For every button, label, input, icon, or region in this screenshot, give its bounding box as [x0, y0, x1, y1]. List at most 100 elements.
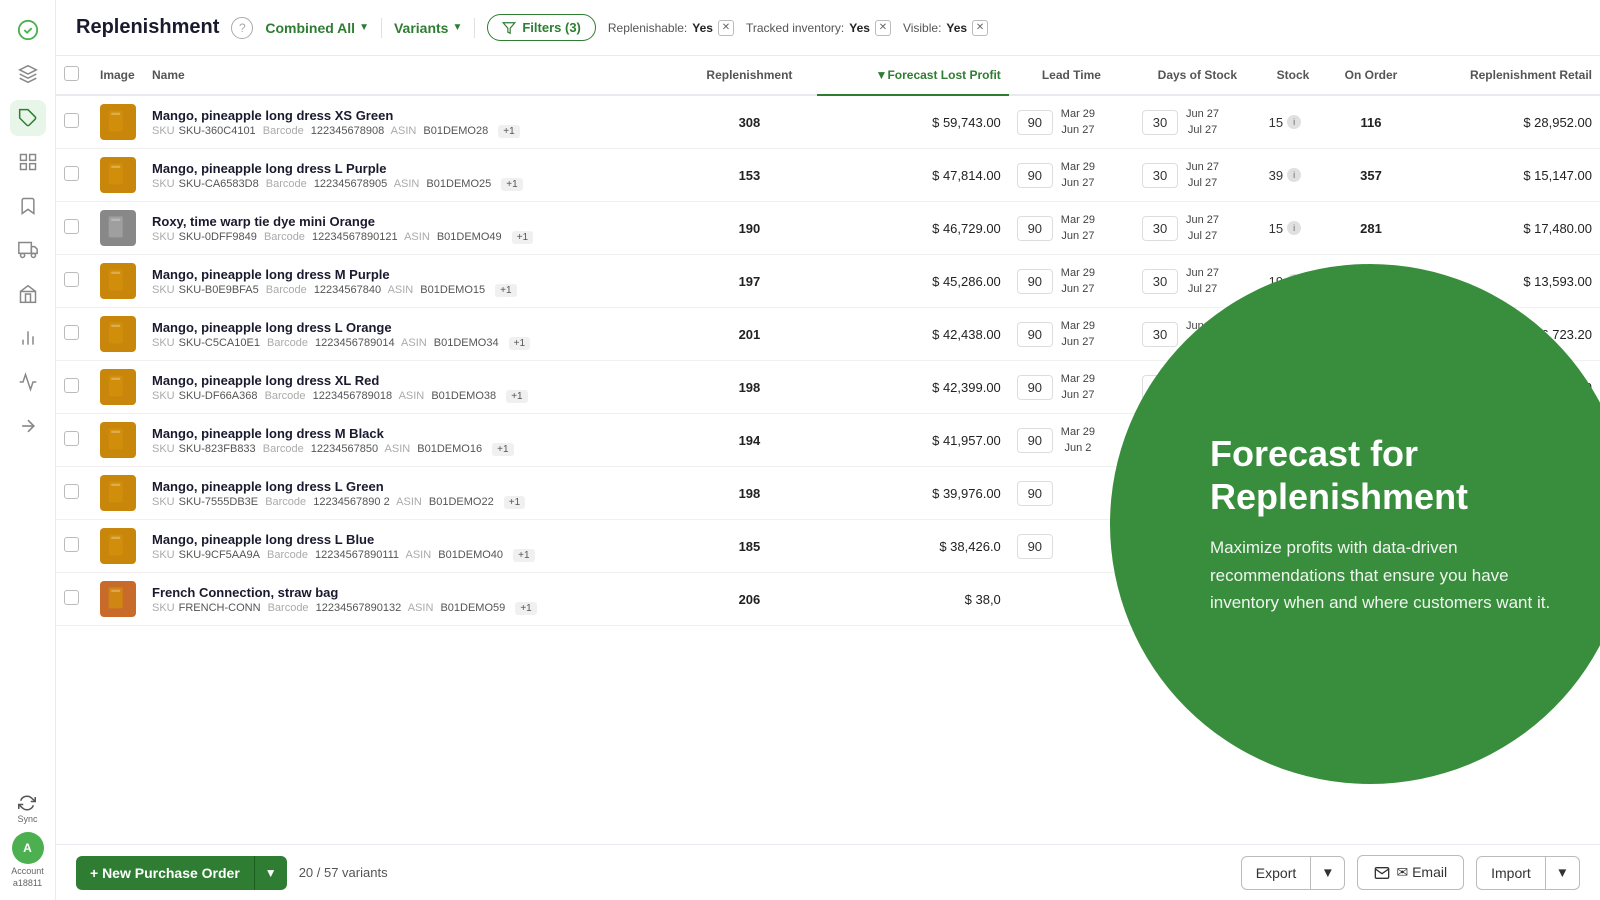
lead-time-dates-3: Mar 29 Jun 27 — [1061, 265, 1095, 298]
col-replenishment[interactable]: Replenishment — [682, 56, 818, 95]
sidebar-icon-chart[interactable] — [10, 320, 46, 356]
row-checkbox-0[interactable] — [64, 113, 79, 128]
product-image-6 — [100, 422, 136, 458]
stock-info-1[interactable]: i — [1287, 168, 1301, 182]
lead-time-cell-1: 90 Mar 29 Jun 27 — [1017, 159, 1126, 192]
col-retail[interactable]: Replenishment Retail — [1417, 56, 1600, 95]
select-all-checkbox[interactable] — [64, 66, 79, 81]
forecast-val-7: $ 39,976.00 — [932, 486, 1001, 501]
row-checkbox-5[interactable] — [64, 378, 79, 393]
plus-badge-1: +1 — [501, 178, 522, 191]
col-on-order[interactable]: On Order — [1325, 56, 1416, 95]
lead-time-box-2[interactable]: 90 — [1017, 216, 1053, 241]
lead-time-box-0[interactable]: 90 — [1017, 110, 1053, 135]
days-box-0[interactable]: 30 — [1142, 110, 1178, 135]
stock-info-0[interactable]: i — [1287, 115, 1301, 129]
account-button[interactable]: A Account a18811 — [11, 832, 44, 888]
product-name-5: Mango, pineapple long dress XL Red — [152, 373, 674, 388]
lead-time-box-7[interactable]: 90 — [1017, 481, 1053, 506]
filter-replenishable-remove[interactable]: ✕ — [718, 20, 734, 36]
overlay-body: Maximize profits with data-driven recomm… — [1210, 534, 1560, 616]
import-button[interactable]: Import — [1476, 856, 1546, 890]
lead-time-box-6[interactable]: 90 — [1017, 428, 1053, 453]
lead-time-dates-1: Mar 29 Jun 27 — [1061, 159, 1095, 192]
sidebar-icon-building[interactable] — [10, 276, 46, 312]
plus-badge-5: +1 — [506, 390, 527, 403]
days-cell-0: 30 Jun 27 Jul 27 — [1142, 106, 1253, 139]
product-meta-1: SKUSKU-CA6583D8 Barcode 122345678905 ASI… — [152, 178, 674, 190]
lead-time-box-4[interactable]: 90 — [1017, 322, 1053, 347]
row-checkbox-4[interactable] — [64, 325, 79, 340]
account-label: Account — [11, 866, 44, 876]
separator-1 — [381, 18, 382, 38]
table-row: Mango, pineapple long dress L Purple SKU… — [56, 149, 1600, 202]
replenishment-val-9: 206 — [739, 592, 761, 607]
account-sub: a18811 — [13, 878, 42, 888]
forecast-val-5: $ 42,399.00 — [932, 380, 1001, 395]
product-name-8: Mango, pineapple long dress L Blue — [152, 532, 674, 547]
footer: + New Purchase Order ▼ 20 / 57 variants … — [56, 844, 1600, 900]
filter-button[interactable]: Filters (3) — [487, 14, 596, 41]
combined-all-dropdown[interactable]: Combined All ▼ — [265, 20, 369, 36]
sidebar-icon-top[interactable] — [10, 12, 46, 48]
footer-count: 20 / 57 variants — [299, 865, 388, 880]
lead-time-box-5[interactable]: 90 — [1017, 375, 1053, 400]
row-checkbox-8[interactable] — [64, 537, 79, 552]
sidebar-icon-grid[interactable] — [10, 144, 46, 180]
retail-val-2: $ 17,480.00 — [1523, 221, 1592, 236]
forecast-val-6: $ 41,957.00 — [932, 433, 1001, 448]
col-lead-time[interactable]: Lead Time — [1009, 56, 1134, 95]
stock-val-1: 39 — [1269, 168, 1283, 183]
new-purchase-order-button[interactable]: + New Purchase Order — [76, 856, 254, 890]
row-checkbox-3[interactable] — [64, 272, 79, 287]
col-forecast[interactable]: ▼Forecast Lost Profit — [817, 56, 1009, 95]
col-name[interactable]: Name — [144, 56, 682, 95]
stock-info-2[interactable]: i — [1287, 221, 1301, 235]
import-split[interactable]: ▼ — [1546, 856, 1580, 890]
sidebar-icon-truck[interactable] — [10, 232, 46, 268]
filter-replenishable: Replenishable: Yes ✕ — [608, 20, 734, 36]
row-checkbox-9[interactable] — [64, 590, 79, 605]
sidebar-icon-bar[interactable] — [10, 364, 46, 400]
product-meta-9: SKUFRENCH-CONN Barcode 12234567890132 AS… — [152, 602, 674, 614]
lead-time-box-8[interactable]: 90 — [1017, 534, 1053, 559]
plus-badge-9: +1 — [515, 602, 536, 615]
email-button[interactable]: ✉ Email — [1357, 855, 1464, 890]
row-checkbox-6[interactable] — [64, 431, 79, 446]
sync-label: Sync — [17, 814, 37, 824]
days-dates-2: Jun 27 Jul 27 — [1186, 212, 1219, 245]
days-box-4[interactable]: 30 — [1142, 322, 1178, 347]
row-checkbox-2[interactable] — [64, 219, 79, 234]
avatar[interactable]: A — [12, 832, 44, 864]
product-name-9: French Connection, straw bag — [152, 585, 674, 600]
product-image-2 — [100, 210, 136, 246]
filter-visible-remove[interactable]: ✕ — [972, 20, 988, 36]
sync-button[interactable]: Sync — [17, 794, 37, 824]
help-button[interactable]: ? — [231, 17, 253, 39]
plus-badge-7: +1 — [504, 496, 525, 509]
replenishment-val-3: 197 — [739, 274, 761, 289]
sidebar-icon-arrow[interactable] — [10, 408, 46, 444]
days-box-1[interactable]: 30 — [1142, 163, 1178, 188]
lead-time-box-3[interactable]: 90 — [1017, 269, 1053, 294]
row-checkbox-1[interactable] — [64, 166, 79, 181]
filter-tracked-remove[interactable]: ✕ — [875, 20, 891, 36]
product-name-7: Mango, pineapple long dress L Green — [152, 479, 674, 494]
col-days-of-stock[interactable]: Days of Stock — [1134, 56, 1261, 95]
export-button[interactable]: Export — [1241, 856, 1311, 890]
lead-time-cell-6: 90 Mar 29 Jun 2 — [1017, 424, 1126, 457]
variants-dropdown[interactable]: Variants ▼ — [394, 20, 462, 36]
sidebar-icon-bookmark[interactable] — [10, 188, 46, 224]
sidebar-icon-tag[interactable] — [10, 100, 46, 136]
product-image-4 — [100, 316, 136, 352]
lead-time-dates-5: Mar 29 Jun 27 — [1061, 371, 1095, 404]
days-box-3[interactable]: 30 — [1142, 269, 1178, 294]
lead-time-box-1[interactable]: 90 — [1017, 163, 1053, 188]
table-row: Roxy, time warp tie dye mini Orange SKUS… — [56, 202, 1600, 255]
days-box-2[interactable]: 30 — [1142, 216, 1178, 241]
export-split[interactable]: ▼ — [1311, 856, 1345, 890]
row-checkbox-7[interactable] — [64, 484, 79, 499]
sidebar-icon-layers[interactable] — [10, 56, 46, 92]
col-stock[interactable]: Stock — [1261, 56, 1326, 95]
new-purchase-order-split[interactable]: ▼ — [254, 856, 287, 890]
